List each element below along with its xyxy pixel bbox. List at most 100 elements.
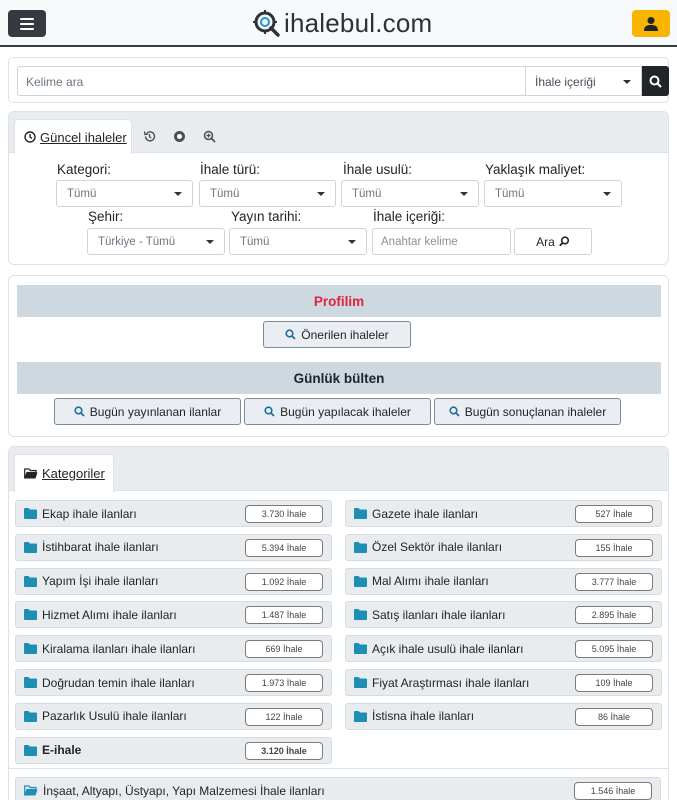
count-badge: 1.973 İhale bbox=[245, 674, 323, 692]
hamburger-line bbox=[20, 17, 34, 20]
folder-icon bbox=[24, 609, 37, 621]
search-icon bbox=[285, 329, 296, 340]
tab-history[interactable] bbox=[139, 126, 159, 146]
tender-type-select[interactable]: Tümü bbox=[199, 180, 336, 207]
category-item[interactable]: Açık ihale usulü ihale ilanları 5.095 İha… bbox=[345, 635, 662, 663]
category-item[interactable]: Özel Sektör ihale ilanları 155 İhale bbox=[345, 533, 662, 561]
filter-search-label: Ara bbox=[536, 234, 555, 249]
search-scope-value: İhale içeriği bbox=[535, 75, 596, 89]
category-item[interactable]: Yapım İşi ihale ilanları 1.092 İhale bbox=[15, 567, 332, 595]
daily-bulletin-header: Günlük bülten bbox=[17, 362, 661, 394]
search-scope-select[interactable]: İhale içeriği bbox=[525, 66, 642, 96]
record-icon bbox=[173, 130, 185, 142]
tender-type-label: İhale türü: bbox=[200, 162, 261, 177]
category-select[interactable]: Tümü bbox=[56, 180, 193, 207]
folder-icon bbox=[354, 643, 367, 655]
keyword-input[interactable]: Anahtar kelime bbox=[372, 228, 511, 255]
count-badge: 1.546 İhale bbox=[574, 782, 652, 800]
tab-categories[interactable]: Kategoriler bbox=[14, 454, 114, 492]
top-navbar: ihalebul.com bbox=[0, 0, 677, 47]
today-scheduled-button[interactable]: Bugün yapılacak ihaleler bbox=[244, 398, 431, 425]
count-badge: 3.777 İhale bbox=[575, 572, 653, 591]
tab-detailed-search[interactable] bbox=[199, 126, 219, 146]
today-scheduled-label: Bugün yapılacak ihaleler bbox=[280, 404, 411, 419]
category-label: Gazete ihale ilanları bbox=[372, 506, 479, 521]
category-label: Ekap ihale ilanları bbox=[42, 506, 137, 521]
folder-open-icon bbox=[24, 467, 38, 479]
category-item[interactable]: Satış ilanları ihale ilanları 2.895 İhale bbox=[345, 601, 662, 629]
category-item[interactable]: İstihbarat ihale ilanları 5.394 İhale bbox=[15, 533, 332, 561]
publish-date-select[interactable]: Tümü bbox=[229, 228, 367, 255]
menu-button[interactable] bbox=[8, 10, 46, 37]
chevron-down-icon bbox=[603, 192, 611, 196]
category-item[interactable]: Doğrudan temin ihale ilanları 1.973 İhale bbox=[15, 669, 332, 696]
profile-title: Profilim bbox=[313, 293, 365, 309]
tender-method-value: Tümü bbox=[352, 188, 382, 200]
category-item[interactable]: E-ihale 3.120 İhale bbox=[15, 736, 332, 764]
filter-search-button[interactable]: Ara bbox=[514, 228, 592, 255]
category-construction-materials[interactable]: İnşaat, Altyapı, Üstyapı, Yapı Malzemesi… bbox=[15, 777, 661, 800]
current-tenders-panel: Güncel ihaleler Kategori: İhale türü: İh… bbox=[8, 111, 669, 265]
profile-panel: Profilim Önerilen ihaleler Günlük bülten… bbox=[8, 275, 669, 437]
category-label: Satış ilanları ihale ilanları bbox=[372, 607, 506, 622]
folder-icon bbox=[354, 609, 367, 621]
tab-live[interactable] bbox=[169, 126, 189, 146]
search-button[interactable] bbox=[642, 66, 669, 96]
category-value: Tümü bbox=[67, 188, 97, 200]
user-button[interactable] bbox=[632, 10, 670, 37]
folder-icon bbox=[24, 643, 37, 655]
chevron-down-icon bbox=[460, 192, 468, 196]
category-label: Kategori: bbox=[57, 162, 112, 177]
search-icon bbox=[74, 406, 85, 417]
category-item[interactable]: İstisna ihale ilanları 86 İhale bbox=[345, 702, 662, 730]
today-concluded-label: Bugün sonuçlanan ihaleler bbox=[464, 404, 607, 419]
user-icon bbox=[644, 16, 658, 31]
chevron-down-icon bbox=[348, 240, 356, 244]
count-badge: 109 İhale bbox=[575, 674, 653, 692]
folder-icon bbox=[354, 575, 367, 587]
count-badge: 2.895 İhale bbox=[575, 606, 653, 625]
count-badge: 669 İhale bbox=[245, 640, 323, 659]
divider bbox=[9, 768, 668, 769]
tender-method-label: İhale usulü: bbox=[343, 162, 413, 177]
chevron-down-icon bbox=[317, 192, 325, 196]
site-logo[interactable]: ihalebul.com bbox=[251, 6, 432, 40]
category-item[interactable]: Mal Alımı ihale ilanları 3.777 İhale bbox=[345, 567, 662, 595]
category-item[interactable]: Gazete ihale ilanları 527 İhale bbox=[345, 500, 662, 527]
category-item[interactable]: Hizmet Alımı ihale ilanları 1.487 İhale bbox=[15, 601, 332, 629]
estimated-cost-label: Yaklaşık maliyet: bbox=[485, 162, 586, 177]
publish-date-value: Tümü bbox=[240, 236, 270, 248]
today-published-button[interactable]: Bugün yayınlanan ilanlar bbox=[54, 398, 241, 425]
city-value: Türkiye - Tümü bbox=[98, 236, 176, 248]
recommended-tenders-button[interactable]: Önerilen ihaleler bbox=[263, 321, 411, 348]
category-label: İnşaat, Altyapı, Üstyapı, Yapı Malzemesi… bbox=[43, 783, 325, 798]
category-label: Açık ihale usulü ihale ilanları bbox=[372, 641, 524, 656]
category-label: E-ihale bbox=[42, 743, 82, 758]
category-item[interactable]: Pazarlık Usulü ihale ilanları 122 İhale bbox=[15, 702, 332, 730]
category-label: Pazarlık Usulü ihale ilanları bbox=[42, 709, 187, 724]
tender-method-select[interactable]: Tümü bbox=[341, 180, 479, 207]
search-icon bbox=[449, 406, 460, 417]
category-label: Özel Sektör ihale ilanları bbox=[372, 540, 503, 555]
count-badge: 86 İhale bbox=[575, 707, 653, 726]
category-item[interactable]: Kiralama ilanları ihale ilanları 669 İhal… bbox=[15, 635, 332, 663]
folder-icon bbox=[24, 744, 37, 756]
category-item[interactable]: Fiyat Araştırması ihale ilanları 109 İhal… bbox=[345, 669, 662, 696]
folder-open-icon bbox=[24, 784, 38, 797]
count-badge: 5.394 İhale bbox=[245, 538, 323, 557]
today-concluded-button[interactable]: Bugün sonuçlanan ihaleler bbox=[434, 398, 621, 425]
folder-icon bbox=[354, 541, 367, 553]
daily-bulletin-title: Günlük bülten bbox=[293, 370, 385, 386]
city-select[interactable]: Türkiye - Tümü bbox=[87, 228, 225, 255]
count-badge: 3.120 İhale bbox=[245, 741, 323, 760]
chevron-down-icon bbox=[623, 80, 631, 84]
chevron-down-icon bbox=[174, 192, 182, 196]
count-badge: 3.730 İhale bbox=[245, 505, 323, 523]
search-input[interactable]: Kelime ara bbox=[17, 66, 525, 96]
logo-icon bbox=[253, 10, 280, 37]
tab-current-tenders[interactable]: Güncel ihaleler bbox=[14, 119, 132, 154]
estimated-cost-select[interactable]: Tümü bbox=[484, 180, 622, 207]
category-item[interactable]: Ekap ihale ilanları 3.730 İhale bbox=[15, 500, 332, 527]
publish-date-label: Yayın tarihi: bbox=[231, 209, 302, 224]
profile-header: Profilim bbox=[17, 285, 661, 317]
